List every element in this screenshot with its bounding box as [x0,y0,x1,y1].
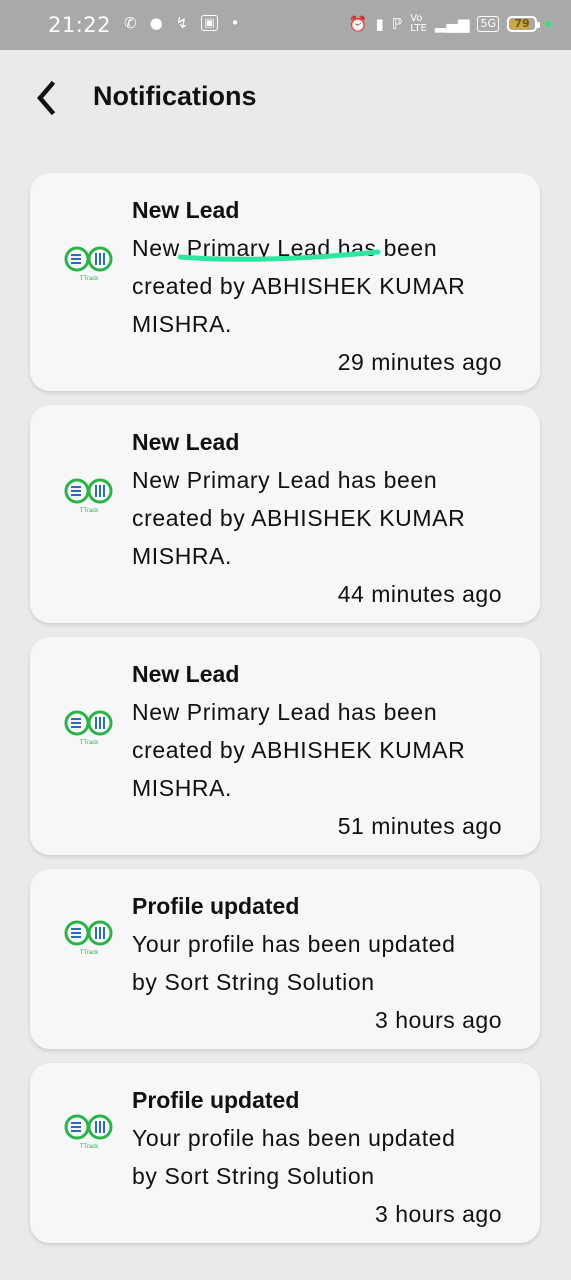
notification-body-line: created by ABHISHEK KUMAR [132,505,466,531]
notification-card[interactable]: TTrack Profile updated Your profile has … [30,869,540,1049]
dot-icon: • [230,14,240,32]
notification-app-icon: ▣ [201,15,218,31]
back-arrow-icon [37,80,56,116]
notification-time: 29 minutes ago [337,349,502,375]
status-right-icons: ⏰ ▮ ℙ Vo LTE ▂▄▆ 5G 79 [349,14,551,34]
notification-title: New Lead [132,661,240,687]
notification-body-line: by Sort String Solution [132,1163,375,1189]
back-button[interactable] [30,78,66,118]
status-time: 21:22 [48,13,112,37]
notification-title: Profile updated [132,893,300,919]
notification-list: TTrack New Lead New Primary Lead has bee… [30,173,540,1257]
status-left-icons: ✆ ● ↯ ▣ • [124,14,240,32]
notification-body-line: created by ABHISHEK KUMAR [132,273,466,299]
notification-body: Your profile has been updated by Sort St… [132,925,502,1001]
ttrack-logo-icon: TTrack [64,478,113,514]
notification-body-line: MISHRA. [132,775,233,801]
notification-body: New Primary Lead has been created by ABH… [132,693,502,807]
svg-text:TTrack: TTrack [80,740,99,746]
signal-icon: ▂▄▆ [434,15,470,33]
app-bar: Notifications [0,50,571,145]
notification-body-line: New Primary Lead has been [132,467,438,493]
notification-card[interactable]: TTrack New Lead New Primary Lead has bee… [30,405,540,623]
notification-body-line: MISHRA. [132,311,233,337]
notification-time: 3 hours ago [375,1007,502,1033]
notification-body: New Primary Lead has been created by ABH… [132,229,502,343]
notification-body-line: Your profile has been updated [132,931,456,957]
notification-title: New Lead [132,197,240,223]
notification-time: 44 minutes ago [337,581,502,607]
lock-icon: ● [149,14,163,32]
network-badge: 5G [477,16,499,32]
battery-level: 79 [514,17,530,30]
svg-text:TTrack: TTrack [80,508,99,514]
notification-body: Your profile has been updated by Sort St… [132,1119,502,1195]
notification-body-line: Your profile has been updated [132,1125,456,1151]
notification-body-line: New Primary Lead has been [132,699,438,725]
notification-body-line: by Sort String Solution [132,969,375,995]
notification-card[interactable]: TTrack Profile updated Your profile has … [30,1063,540,1243]
ttrack-logo-icon: TTrack [64,1114,113,1150]
alarm-icon: ⏰ [348,15,368,33]
vibrate-icon: ▮ [375,15,384,33]
svg-text:TTrack: TTrack [80,950,99,956]
notification-time: 3 hours ago [375,1201,502,1227]
notification-title: New Lead [132,429,240,455]
volte-icon: Vo LTE [410,13,427,34]
bluetooth-icon: ℙ [391,15,403,33]
ttrack-logo-icon: TTrack [64,710,113,746]
notification-title: Profile updated [132,1087,300,1113]
ttrack-logo-icon: TTrack [64,920,113,956]
ttrack-logo-icon: TTrack [64,246,113,282]
svg-text:TTrack: TTrack [80,1144,99,1150]
phone-icon: ✆ [124,14,137,32]
page-title: Notifications [93,81,257,111]
notification-body-line: created by ABHISHEK KUMAR [132,737,466,763]
status-bar: 21:22 ✆ ● ↯ ▣ • ⏰ ▮ ℙ Vo LTE ▂▄▆ 5G 79 [0,0,571,50]
notification-card[interactable]: TTrack New Lead New Primary Lead has bee… [30,173,540,391]
notification-card[interactable]: TTrack New Lead New Primary Lead has bee… [30,637,540,855]
notification-time: 51 minutes ago [337,813,502,839]
bolt-icon: ↯ [175,14,189,32]
notification-body-line: New Primary Lead has been [132,235,438,261]
notification-body-line: MISHRA. [132,543,233,569]
battery-icon: 79 [507,16,540,32]
charging-dot-icon [545,21,551,27]
notification-body: New Primary Lead has been created by ABH… [132,461,502,575]
svg-text:TTrack: TTrack [80,276,99,282]
